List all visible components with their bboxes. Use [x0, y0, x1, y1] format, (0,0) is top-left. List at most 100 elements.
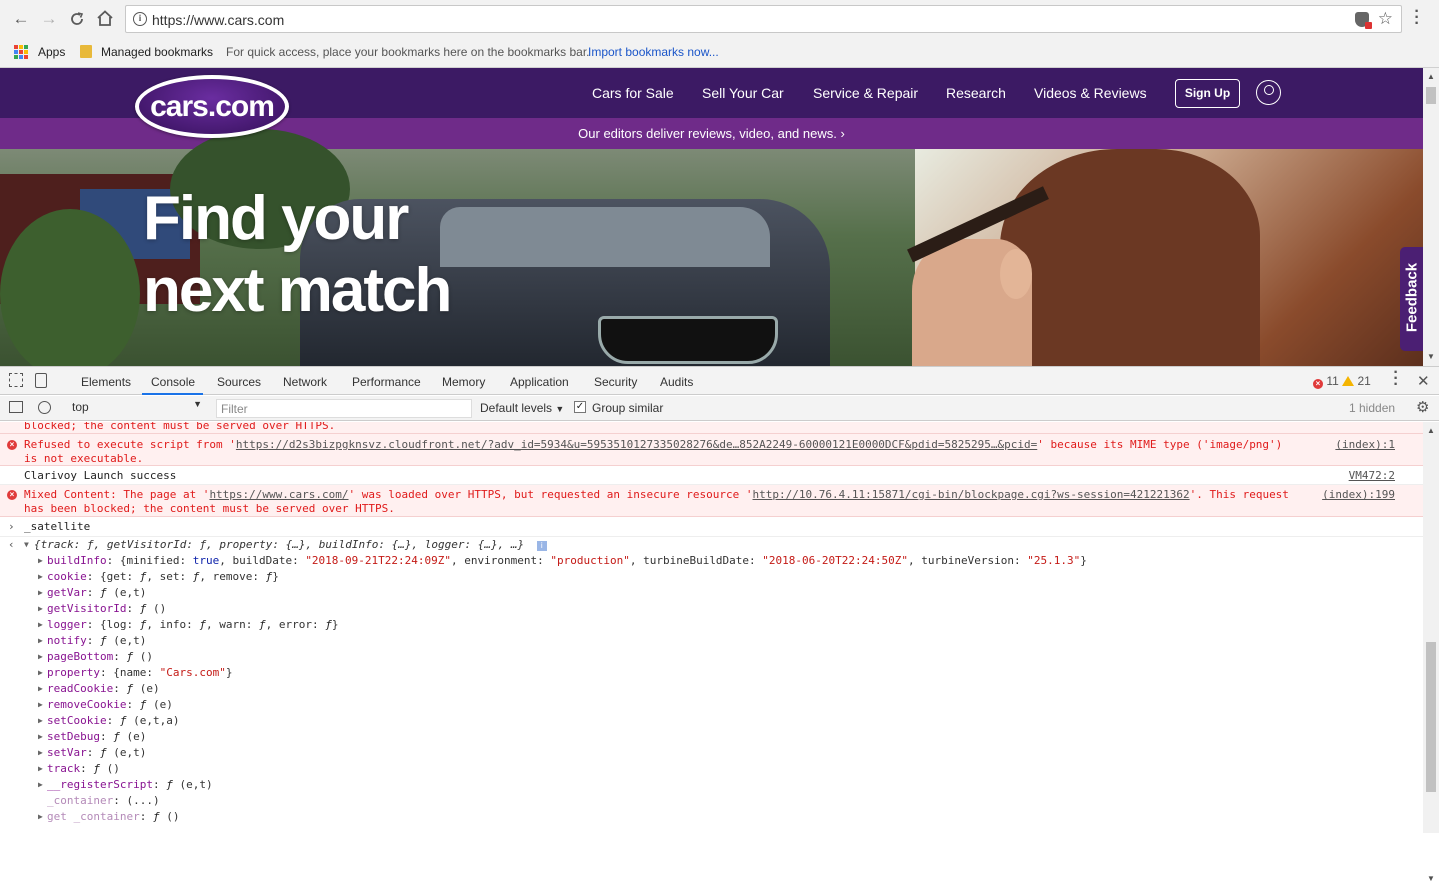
- property-row[interactable]: ▶ pageBottom: ƒ (): [0, 649, 1423, 665]
- property-row[interactable]: ▶ logger: {log: ƒ, info: ƒ, warn: ƒ, erro…: [0, 617, 1423, 633]
- gear-icon[interactable]: ⚙: [1416, 398, 1429, 416]
- expand-triangle-icon[interactable]: ▼: [24, 537, 29, 553]
- website-viewport: Cars for Sale Sell Your Car Service & Re…: [0, 68, 1423, 366]
- tab-application[interactable]: Application: [510, 375, 569, 389]
- devtools-menu-icon[interactable]: · · ·: [1392, 365, 1400, 393]
- user-account-icon[interactable]: [1256, 80, 1281, 105]
- property-row[interactable]: ▶ buildInfo: {minified: true, buildDate: …: [0, 553, 1423, 569]
- devtools-tabbar: Elements Console Sources Network Perform…: [0, 365, 1439, 395]
- scroll-down-icon[interactable]: ▼: [1427, 352, 1435, 361]
- feedback-tab[interactable]: Feedback: [1400, 247, 1423, 351]
- console-scrollbar[interactable]: ▲ ▼: [1423, 422, 1439, 883]
- device-toolbar-icon[interactable]: [35, 373, 47, 388]
- property-row[interactable]: ▶ cookie: {get: ƒ, set: ƒ, remove: ƒ}: [0, 569, 1423, 585]
- group-similar-checkbox[interactable]: ✓: [574, 401, 586, 413]
- reload-icon[interactable]: [66, 8, 88, 30]
- tab-performance[interactable]: Performance: [352, 375, 421, 389]
- property-row[interactable]: ▶ get _container: ƒ (): [0, 809, 1423, 825]
- close-devtools-icon[interactable]: ✕: [1417, 372, 1430, 390]
- nav-service-repair[interactable]: Service & Repair: [813, 85, 918, 101]
- tab-security[interactable]: Security: [594, 375, 637, 389]
- apps-grid-icon[interactable]: [14, 45, 28, 59]
- expand-triangle-icon[interactable]: ▶: [38, 713, 43, 729]
- expand-triangle-icon[interactable]: ▶: [38, 649, 43, 665]
- context-selector[interactable]: top ▼: [68, 399, 206, 418]
- property-row[interactable]: ▶ removeCookie: ƒ (e): [0, 697, 1423, 713]
- property-row[interactable]: ▶ getVisitorId: ƒ (): [0, 601, 1423, 617]
- property-row[interactable]: ▶ readCookie: ƒ (e): [0, 681, 1423, 697]
- expand-triangle-icon[interactable]: ▶: [38, 601, 43, 617]
- message-link[interactable]: https://www.cars.com/: [209, 488, 348, 501]
- apps-bookmark[interactable]: Apps: [38, 45, 65, 59]
- cars-logo[interactable]: cars.com: [135, 75, 289, 138]
- message-link[interactable]: https://d2s3bizpgknsvz.cloudfront.net/?a…: [236, 438, 1037, 451]
- property-row[interactable]: ▶ setVar: ƒ (e,t): [0, 745, 1423, 761]
- bookmark-star-icon[interactable]: ☆: [1378, 9, 1393, 29]
- message-text: ' was loaded over HTTPS, but requested a…: [348, 488, 753, 501]
- tab-console[interactable]: Console: [151, 375, 195, 389]
- expand-triangle-icon[interactable]: ▶: [38, 729, 43, 745]
- message-link[interactable]: http://10.76.4.11:15871/cgi-bin/blockpag…: [753, 488, 1190, 501]
- object-summary-row[interactable]: ‹ ▼ {track: ƒ, getVisitorId: ƒ, property…: [0, 537, 1423, 553]
- issue-counter[interactable]: × 11 21: [1313, 374, 1371, 389]
- message-source-link[interactable]: (index):1: [1335, 438, 1395, 452]
- managed-bookmarks[interactable]: Managed bookmarks: [101, 45, 213, 59]
- tab-sources[interactable]: Sources: [217, 375, 261, 389]
- expand-triangle-icon[interactable]: ▶: [38, 697, 43, 713]
- expand-triangle-icon[interactable]: ▶: [38, 633, 43, 649]
- clear-console-icon[interactable]: [38, 401, 51, 414]
- expand-triangle-icon[interactable]: ▶: [38, 665, 43, 681]
- expand-triangle-icon[interactable]: ▶: [38, 569, 43, 585]
- property-row[interactable]: _container: (...): [0, 793, 1423, 809]
- expand-triangle-icon[interactable]: ▶: [38, 585, 43, 601]
- url-text[interactable]: https://www.cars.com: [152, 12, 284, 28]
- expand-triangle-icon[interactable]: ▶: [38, 553, 43, 569]
- inspect-element-icon[interactable]: [9, 373, 23, 387]
- nav-videos-reviews[interactable]: Videos & Reviews: [1034, 85, 1147, 101]
- forward-arrow-icon[interactable]: →: [38, 8, 60, 30]
- tab-audits[interactable]: Audits: [660, 375, 693, 389]
- extension-shield-icon[interactable]: [1355, 12, 1372, 29]
- log-levels-dropdown[interactable]: Default levels ▼: [480, 401, 564, 415]
- sidebar-toggle-icon[interactable]: [9, 401, 23, 413]
- property-row[interactable]: ▶ setDebug: ƒ (e): [0, 729, 1423, 745]
- property-row[interactable]: ▶ __registerScript: ƒ (e,t): [0, 777, 1423, 793]
- expand-triangle-icon[interactable]: ▶: [38, 809, 43, 825]
- console-filter-input[interactable]: Filter: [216, 399, 472, 418]
- home-icon[interactable]: [94, 7, 116, 29]
- property-colon: :: [80, 762, 94, 775]
- chevron-right-icon: ›: [840, 126, 845, 141]
- property-row[interactable]: ▶ getVar: ƒ (e,t): [0, 585, 1423, 601]
- property-row[interactable]: ▶ notify: ƒ (e,t): [0, 633, 1423, 649]
- scroll-down-icon[interactable]: ▼: [1427, 874, 1435, 883]
- tab-network[interactable]: Network: [283, 375, 327, 389]
- property-row[interactable]: ▶ setCookie: ƒ (e,t,a): [0, 713, 1423, 729]
- scroll-up-icon[interactable]: ▲: [1427, 72, 1435, 81]
- expand-triangle-icon[interactable]: ▶: [38, 745, 43, 761]
- page-scrollbar[interactable]: ▲ ▼: [1423, 68, 1439, 366]
- back-arrow-icon[interactable]: ←: [10, 8, 32, 30]
- scroll-up-icon[interactable]: ▲: [1427, 426, 1435, 435]
- expand-triangle-icon[interactable]: ▶: [38, 777, 43, 793]
- nav-research[interactable]: Research: [946, 85, 1006, 101]
- expand-triangle-icon[interactable]: ▶: [38, 761, 43, 777]
- property-row[interactable]: ▶ track: ƒ (): [0, 761, 1423, 777]
- site-info-icon[interactable]: i: [133, 12, 147, 26]
- browser-menu-icon[interactable]: · · ·: [1413, 4, 1421, 32]
- message-source-link[interactable]: VM472:2: [1349, 469, 1395, 483]
- expand-triangle-icon[interactable]: ▶: [38, 681, 43, 697]
- info-badge-icon[interactable]: i: [536, 541, 547, 551]
- error-icon: ×: [1313, 379, 1323, 389]
- import-bookmarks-link[interactable]: Import bookmarks now...: [588, 45, 719, 59]
- nav-sell-your-car[interactable]: Sell Your Car: [702, 85, 784, 101]
- message-source-link[interactable]: (index):199: [1322, 488, 1395, 502]
- expand-triangle-icon[interactable]: ▶: [38, 617, 43, 633]
- scroll-thumb[interactable]: [1426, 87, 1436, 104]
- scroll-thumb[interactable]: [1426, 642, 1436, 792]
- address-bar[interactable]: i https://www.cars.com ☆: [125, 5, 1402, 33]
- sign-up-button[interactable]: Sign Up: [1175, 79, 1240, 108]
- nav-cars-for-sale[interactable]: Cars for Sale: [592, 85, 674, 101]
- property-row[interactable]: ▶ property: {name: "Cars.com"}: [0, 665, 1423, 681]
- tab-elements[interactable]: Elements: [81, 375, 131, 389]
- tab-memory[interactable]: Memory: [442, 375, 485, 389]
